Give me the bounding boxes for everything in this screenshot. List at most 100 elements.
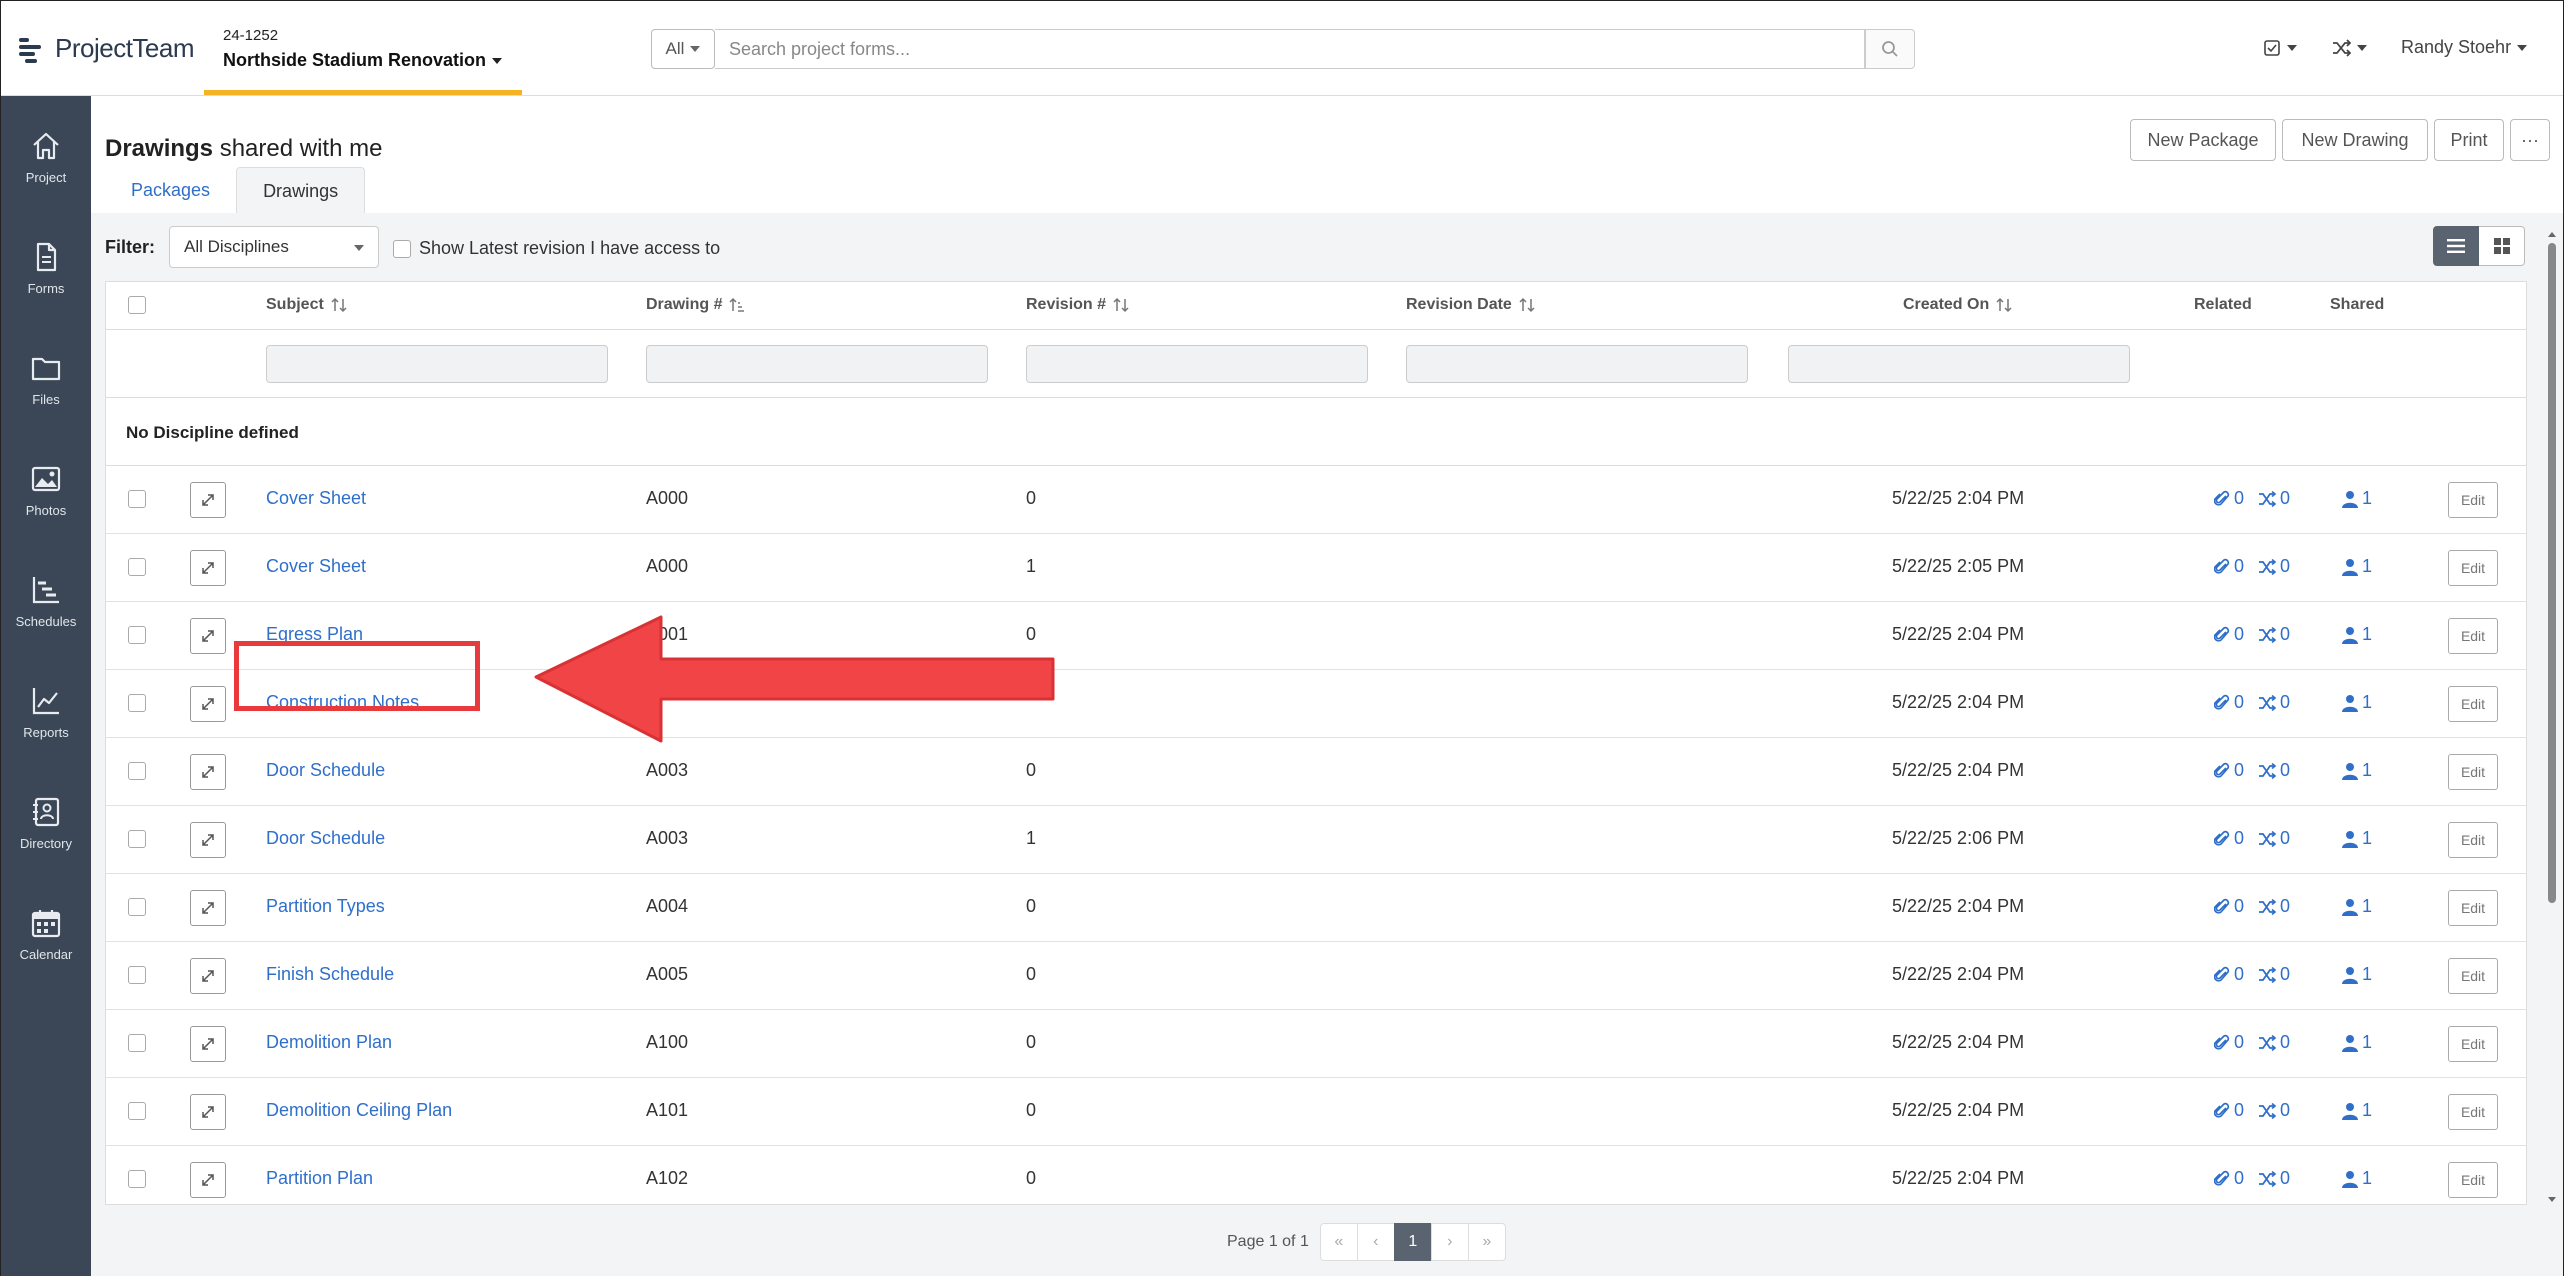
edit-button[interactable]: Edit xyxy=(2448,1162,2498,1198)
related-items[interactable]: 00 xyxy=(2214,556,2290,577)
subject-filter-input[interactable] xyxy=(266,345,608,383)
subject-link[interactable]: Partition Types xyxy=(266,896,385,917)
sidebar-item-schedules[interactable]: Schedules xyxy=(1,574,91,674)
shared-users[interactable]: 1 xyxy=(2342,624,2372,645)
subject-link[interactable]: Door Schedule xyxy=(266,760,385,781)
sidebar-item-forms[interactable]: Forms xyxy=(1,241,91,341)
edit-button[interactable]: Edit xyxy=(2448,1094,2498,1130)
subject-link[interactable]: Partition Plan xyxy=(266,1168,373,1189)
workflow-menu[interactable] xyxy=(2331,39,2367,57)
next-page-button[interactable]: › xyxy=(1430,1223,1469,1261)
search-button[interactable] xyxy=(1865,29,1915,69)
column-header-drawing-number[interactable]: Drawing # xyxy=(646,296,746,314)
edit-button[interactable]: Edit xyxy=(2448,754,2498,790)
sidebar-item-project[interactable]: Project xyxy=(1,130,91,230)
row-checkbox[interactable] xyxy=(128,1034,146,1052)
edit-button[interactable]: Edit xyxy=(2448,550,2498,586)
first-page-button[interactable]: « xyxy=(1319,1223,1358,1261)
subject-link[interactable]: Cover Sheet xyxy=(266,488,366,509)
related-items[interactable]: 00 xyxy=(2214,896,2290,917)
row-checkbox[interactable] xyxy=(128,898,146,916)
row-checkbox[interactable] xyxy=(128,1102,146,1120)
new-package-button[interactable]: New Package xyxy=(2130,119,2276,161)
new-drawing-button[interactable]: New Drawing xyxy=(2282,119,2428,161)
search-input[interactable]: Search project forms... xyxy=(715,29,1865,69)
sidebar-item-files[interactable]: Files xyxy=(1,352,91,452)
expand-button[interactable] xyxy=(190,482,226,518)
row-checkbox[interactable] xyxy=(128,966,146,984)
page-1-button[interactable]: 1 xyxy=(1393,1223,1432,1261)
more-options-button[interactable]: ··· xyxy=(2510,119,2550,161)
drawing-number-filter-input[interactable] xyxy=(646,345,988,383)
expand-button[interactable] xyxy=(190,686,226,722)
scrollbar-thumb[interactable] xyxy=(2548,243,2556,903)
row-checkbox[interactable] xyxy=(128,830,146,848)
print-button[interactable]: Print xyxy=(2434,119,2504,161)
app-logo[interactable]: ProjectTeam xyxy=(19,33,194,64)
tasks-menu[interactable] xyxy=(2263,39,2297,57)
edit-button[interactable]: Edit xyxy=(2448,958,2498,994)
subject-link[interactable]: Demolition Plan xyxy=(266,1032,392,1053)
previous-page-button[interactable]: ‹ xyxy=(1356,1223,1395,1261)
row-checkbox[interactable] xyxy=(128,694,146,712)
vertical-scrollbar[interactable] xyxy=(2545,229,2559,1205)
row-checkbox[interactable] xyxy=(128,626,146,644)
column-header-revision-date[interactable]: Revision Date xyxy=(1406,296,1536,314)
shared-users[interactable]: 1 xyxy=(2342,760,2372,781)
list-view-button[interactable] xyxy=(2433,226,2479,266)
row-checkbox[interactable] xyxy=(128,762,146,780)
sidebar-item-reports[interactable]: Reports xyxy=(1,685,91,785)
sidebar-item-calendar[interactable]: Calendar xyxy=(1,907,91,1007)
edit-button[interactable]: Edit xyxy=(2448,482,2498,518)
expand-button[interactable] xyxy=(190,1026,226,1062)
shared-users[interactable]: 1 xyxy=(2342,556,2372,577)
expand-button[interactable] xyxy=(190,958,226,994)
last-page-button[interactable]: » xyxy=(1467,1223,1506,1261)
user-menu[interactable]: Randy Stoehr xyxy=(2401,37,2528,58)
expand-button[interactable] xyxy=(190,618,226,654)
edit-button[interactable]: Edit xyxy=(2448,1026,2498,1062)
sidebar-item-photos[interactable]: Photos xyxy=(1,463,91,563)
expand-button[interactable] xyxy=(190,550,226,586)
column-header-subject[interactable]: Subject xyxy=(266,296,348,314)
shared-users[interactable]: 1 xyxy=(2342,1032,2372,1053)
edit-button[interactable]: Edit xyxy=(2448,686,2498,722)
shared-users[interactable]: 1 xyxy=(2342,828,2372,849)
project-name[interactable]: Northside Stadium Renovation xyxy=(223,50,503,71)
row-checkbox[interactable] xyxy=(128,558,146,576)
edit-button[interactable]: Edit xyxy=(2448,890,2498,926)
expand-button[interactable] xyxy=(190,1162,226,1198)
shared-users[interactable]: 1 xyxy=(2342,488,2372,509)
revision-number-filter-input[interactable] xyxy=(1026,345,1368,383)
subject-link[interactable]: Demolition Ceiling Plan xyxy=(266,1100,452,1121)
expand-button[interactable] xyxy=(190,754,226,790)
subject-link[interactable]: Door Schedule xyxy=(266,828,385,849)
tab-drawings[interactable]: Drawings xyxy=(236,167,366,213)
latest-revision-checkbox[interactable] xyxy=(393,239,411,258)
tab-packages[interactable]: Packages xyxy=(105,167,236,213)
related-items[interactable]: 00 xyxy=(2214,1100,2290,1121)
subject-link[interactable]: Finish Schedule xyxy=(266,964,394,985)
related-items[interactable]: 00 xyxy=(2214,488,2290,509)
search-scope-select[interactable]: All xyxy=(651,29,715,69)
shared-users[interactable]: 1 xyxy=(2342,1168,2372,1189)
related-items[interactable]: 00 xyxy=(2214,1032,2290,1053)
related-items[interactable]: 00 xyxy=(2214,760,2290,781)
column-header-revision-number[interactable]: Revision # xyxy=(1026,296,1130,314)
expand-button[interactable] xyxy=(190,890,226,926)
sidebar-item-directory[interactable]: Directory xyxy=(1,796,91,896)
related-items[interactable]: 00 xyxy=(2214,692,2290,713)
latest-revision-toggle[interactable]: Show Latest revision I have access to xyxy=(393,238,720,259)
related-items[interactable]: 00 xyxy=(2214,624,2290,645)
expand-button[interactable] xyxy=(190,1094,226,1130)
row-checkbox[interactable] xyxy=(128,1170,146,1188)
revision-date-filter-input[interactable] xyxy=(1406,345,1748,383)
discipline-filter-select[interactable]: All Disciplines xyxy=(169,226,379,268)
related-items[interactable]: 00 xyxy=(2214,828,2290,849)
related-items[interactable]: 00 xyxy=(2214,964,2290,985)
row-checkbox[interactable] xyxy=(128,490,146,508)
shared-users[interactable]: 1 xyxy=(2342,692,2372,713)
shared-users[interactable]: 1 xyxy=(2342,896,2372,917)
select-all-checkbox[interactable] xyxy=(128,296,146,314)
expand-button[interactable] xyxy=(190,822,226,858)
